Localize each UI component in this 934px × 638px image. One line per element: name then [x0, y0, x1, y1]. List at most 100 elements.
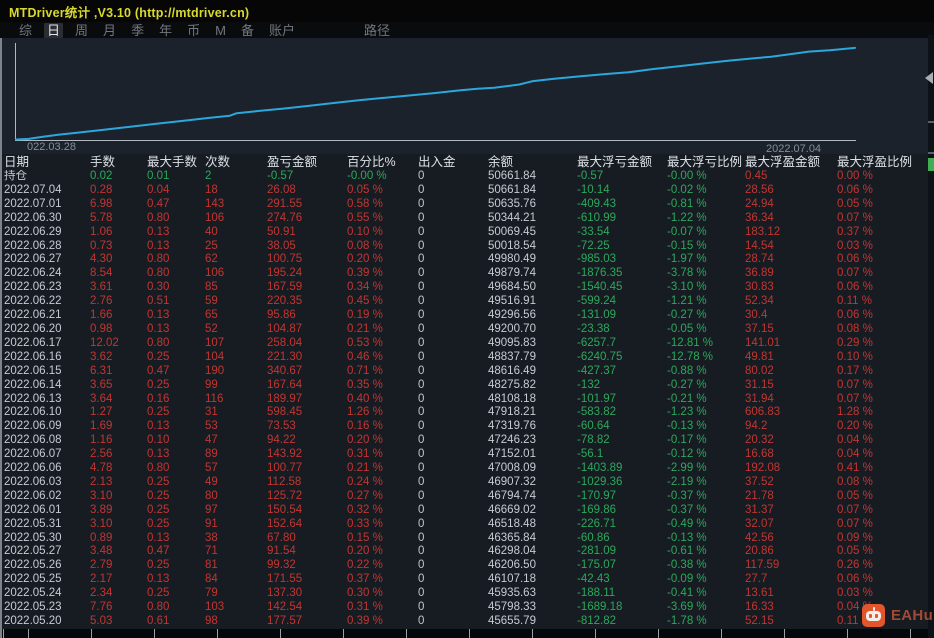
table-row[interactable]: 2022.06.14 3.65 0.25 99 167.64 0.35 % 0 48275.8…: [0, 379, 934, 393]
table-row[interactable]: 2022.06.22 2.76 0.51 59 220.35 0.45 % 0 49516.9…: [0, 295, 934, 309]
cell-0: 2022.06.13: [4, 392, 62, 405]
cell-5: 0.46 %: [347, 350, 383, 363]
right-scroll-strip[interactable]: [925, 35, 934, 638]
cell-11: 0.03 %: [837, 239, 873, 252]
table-row[interactable]: 2022.06.27 4.30 0.80 62 100.75 0.20 % 0 49980.4…: [0, 253, 934, 267]
cell-4: 598.45: [267, 406, 303, 419]
table-row[interactable]: 2022.06.28 0.73 0.13 25 38.05 0.08 % 0 50018.54…: [0, 240, 934, 254]
cell-4: 94.22: [267, 434, 296, 447]
cell-5: 0.22 %: [347, 559, 383, 572]
eahub-label: EAHub: [891, 607, 934, 624]
cell-2: 0.13: [147, 309, 170, 322]
cell-2: 0.04: [147, 183, 170, 196]
grid-divider: [469, 629, 470, 638]
cell-0: 2022.06.29: [4, 225, 62, 238]
cell-6: 0: [418, 434, 425, 447]
table-row[interactable]: 2022.06.24 8.54 0.80 106 195.24 0.39 % 0 49879.…: [0, 267, 934, 281]
table-row[interactable]: 2022.06.09 1.69 0.13 53 73.53 0.16 % 0 47319.76…: [0, 420, 934, 434]
cell-3: 52: [205, 322, 218, 335]
table-row[interactable]: 2022.05.23 7.76 0.80 103 142.54 0.31 % 0 45798.…: [0, 601, 934, 615]
table-row[interactable]: 2022.06.01 3.89 0.25 97 150.54 0.32 % 0 46669.0…: [0, 504, 934, 518]
cell-11: 0.10 %: [837, 350, 873, 363]
table-row[interactable]: 2022.06.03 2.13 0.25 49 112.58 0.24 % 0 46907.3…: [0, 476, 934, 490]
cell-6: 0: [418, 503, 425, 516]
menu-item-备[interactable]: 备: [238, 23, 257, 38]
grid-divider: [532, 629, 533, 638]
cell-10: 192.08: [745, 462, 781, 475]
cell-1: 0.98: [90, 322, 113, 335]
cell-9: -0.15 %: [667, 239, 707, 252]
table-row[interactable]: 2022.06.10 1.27 0.25 31 598.45 1.26 % 0 47918.2…: [0, 406, 934, 420]
cell-3: 98: [205, 615, 218, 627]
menu-item-季[interactable]: 季: [128, 23, 147, 38]
cell-5: 0.55 %: [347, 211, 383, 224]
table-row[interactable]: 2022.05.24 2.34 0.25 79 137.30 0.30 % 0 45935.6…: [0, 587, 934, 601]
table-row[interactable]: 2022.05.26 2.79 0.25 81 99.32 0.22 % 0 46206.50…: [0, 559, 934, 573]
table-row[interactable]: 2022.06.06 4.78 0.80 57 100.77 0.21 % 0 47008.0…: [0, 462, 934, 476]
cell-2: 0.25: [147, 378, 170, 391]
table-row[interactable]: 2022.06.07 2.56 0.13 89 143.92 0.31 % 0 47152.0…: [0, 448, 934, 462]
cell-0: 2022.06.14: [4, 378, 62, 391]
menu-item-月[interactable]: 月: [100, 23, 119, 38]
cell-5: 0.20 %: [347, 545, 383, 558]
cell-5: 0.32 %: [347, 503, 383, 516]
cell-1: 3.62: [90, 350, 113, 363]
menu-item-年[interactable]: 年: [156, 23, 175, 38]
menu-item-日[interactable]: 日: [44, 22, 64, 38]
cell-9: -12.78 %: [667, 350, 714, 363]
cell-6: 0: [418, 559, 425, 572]
table-row[interactable]: 2022.05.25 2.17 0.13 84 171.55 0.37 % 0 46107.1…: [0, 573, 934, 587]
table-row[interactable]: 2022.05.27 3.48 0.47 71 91.54 0.20 % 0 46298.04…: [0, 545, 934, 559]
menu-item-M[interactable]: M: [212, 23, 229, 38]
cell-0: 2022.05.24: [4, 587, 62, 600]
cell-0: 2022.06.10: [4, 406, 62, 419]
table-row[interactable]: 2022.05.30 0.89 0.13 38 67.80 0.15 % 0 46365.84…: [0, 532, 934, 546]
table-row[interactable]: 2022.06.16 3.62 0.25 104 221.30 0.46 % 0 48837.…: [0, 351, 934, 365]
splitter-arrow-icon[interactable]: [925, 72, 933, 84]
cell-3: 106: [205, 267, 225, 280]
cell-5: 0.71 %: [347, 364, 383, 377]
table-row[interactable]: 2022.06.15 6.31 0.47 190 340.67 0.71 % 0 48616.…: [0, 365, 934, 379]
cell-3: 59: [205, 295, 218, 308]
table-row[interactable]: 2022.06.29 1.06 0.13 40 50.91 0.10 % 0 50069.45…: [0, 226, 934, 240]
cell-10: 31.94: [745, 392, 774, 405]
cell-0: 2022.05.23: [4, 601, 62, 614]
table-row[interactable]: 2022.06.02 3.10 0.25 80 125.72 0.27 % 0 46794.7…: [0, 490, 934, 504]
menu-item-周[interactable]: 周: [72, 23, 91, 38]
cell-4: 152.64: [267, 517, 303, 530]
menu-item-账户[interactable]: 账户: [266, 23, 298, 38]
cell-7: 49879.74: [488, 267, 536, 280]
menu-item-路径[interactable]: 路径: [361, 23, 393, 38]
table-row[interactable]: 2022.06.20 0.98 0.13 52 104.87 0.21 % 0 49200.7…: [0, 323, 934, 337]
cell-10: 13.61: [745, 587, 774, 600]
table-row[interactable]: 2022.07.04 0.28 0.04 18 26.08 0.05 % 0 50661.84…: [0, 184, 934, 198]
table-row[interactable]: 2022.05.20 5.03 0.61 98 177.57 0.39 % 0 45655.7…: [0, 615, 934, 629]
window-left-edge: [0, 38, 2, 638]
menu-item-综[interactable]: 综: [16, 23, 35, 38]
menu-item-币[interactable]: 币: [184, 23, 203, 38]
cell-9: -0.17 %: [667, 434, 707, 447]
cell-0: 2022.06.17: [4, 336, 62, 349]
table-row[interactable]: 2022.06.08 1.16 0.10 47 94.22 0.20 % 0 47246.23…: [0, 434, 934, 448]
cell-7: 50635.76: [488, 197, 536, 210]
cell-11: 0.06 %: [837, 573, 873, 586]
table-row[interactable]: 2022.06.21 1.66 0.13 65 95.86 0.19 % 0 49296.56…: [0, 309, 934, 323]
cell-1: 3.61: [90, 281, 113, 294]
cell-11: 0.05 %: [837, 489, 873, 502]
cell-1: 2.17: [90, 573, 113, 586]
table-row[interactable]: 2022.06.13 3.64 0.16 116 189.97 0.40 % 0 48108.…: [0, 393, 934, 407]
table-row[interactable]: 2022.06.30 5.78 0.80 106 274.76 0.55 % 0 50344.…: [0, 212, 934, 226]
table-row[interactable]: 2022.05.31 3.10 0.25 91 152.64 0.33 % 0 46518.4…: [0, 518, 934, 532]
cell-4: 125.72: [267, 489, 303, 502]
cell-2: 0.13: [147, 573, 170, 586]
cell-5: 0.45 %: [347, 295, 383, 308]
cell-0: 2022.06.23: [4, 281, 62, 294]
table-row[interactable]: 2022.06.23 3.61 0.30 85 167.59 0.34 % 0 49684.5…: [0, 281, 934, 295]
cell-3: 104: [205, 350, 225, 363]
table-row[interactable]: 持仓 0.02 0.01 2 -0.57 -0.00 % 0 50661.84 -0.57 -0.…: [0, 170, 934, 184]
table-row[interactable]: 2022.06.17 12.02 0.80 107 258.04 0.53 % 0 49095…: [0, 337, 934, 351]
table-row[interactable]: 2022.07.01 6.98 0.47 143 291.55 0.58 % 0 50635.…: [0, 198, 934, 212]
cell-11: 0.06 %: [837, 309, 873, 322]
column-header-0: 日期: [4, 155, 30, 169]
cell-4: 340.67: [267, 364, 303, 377]
